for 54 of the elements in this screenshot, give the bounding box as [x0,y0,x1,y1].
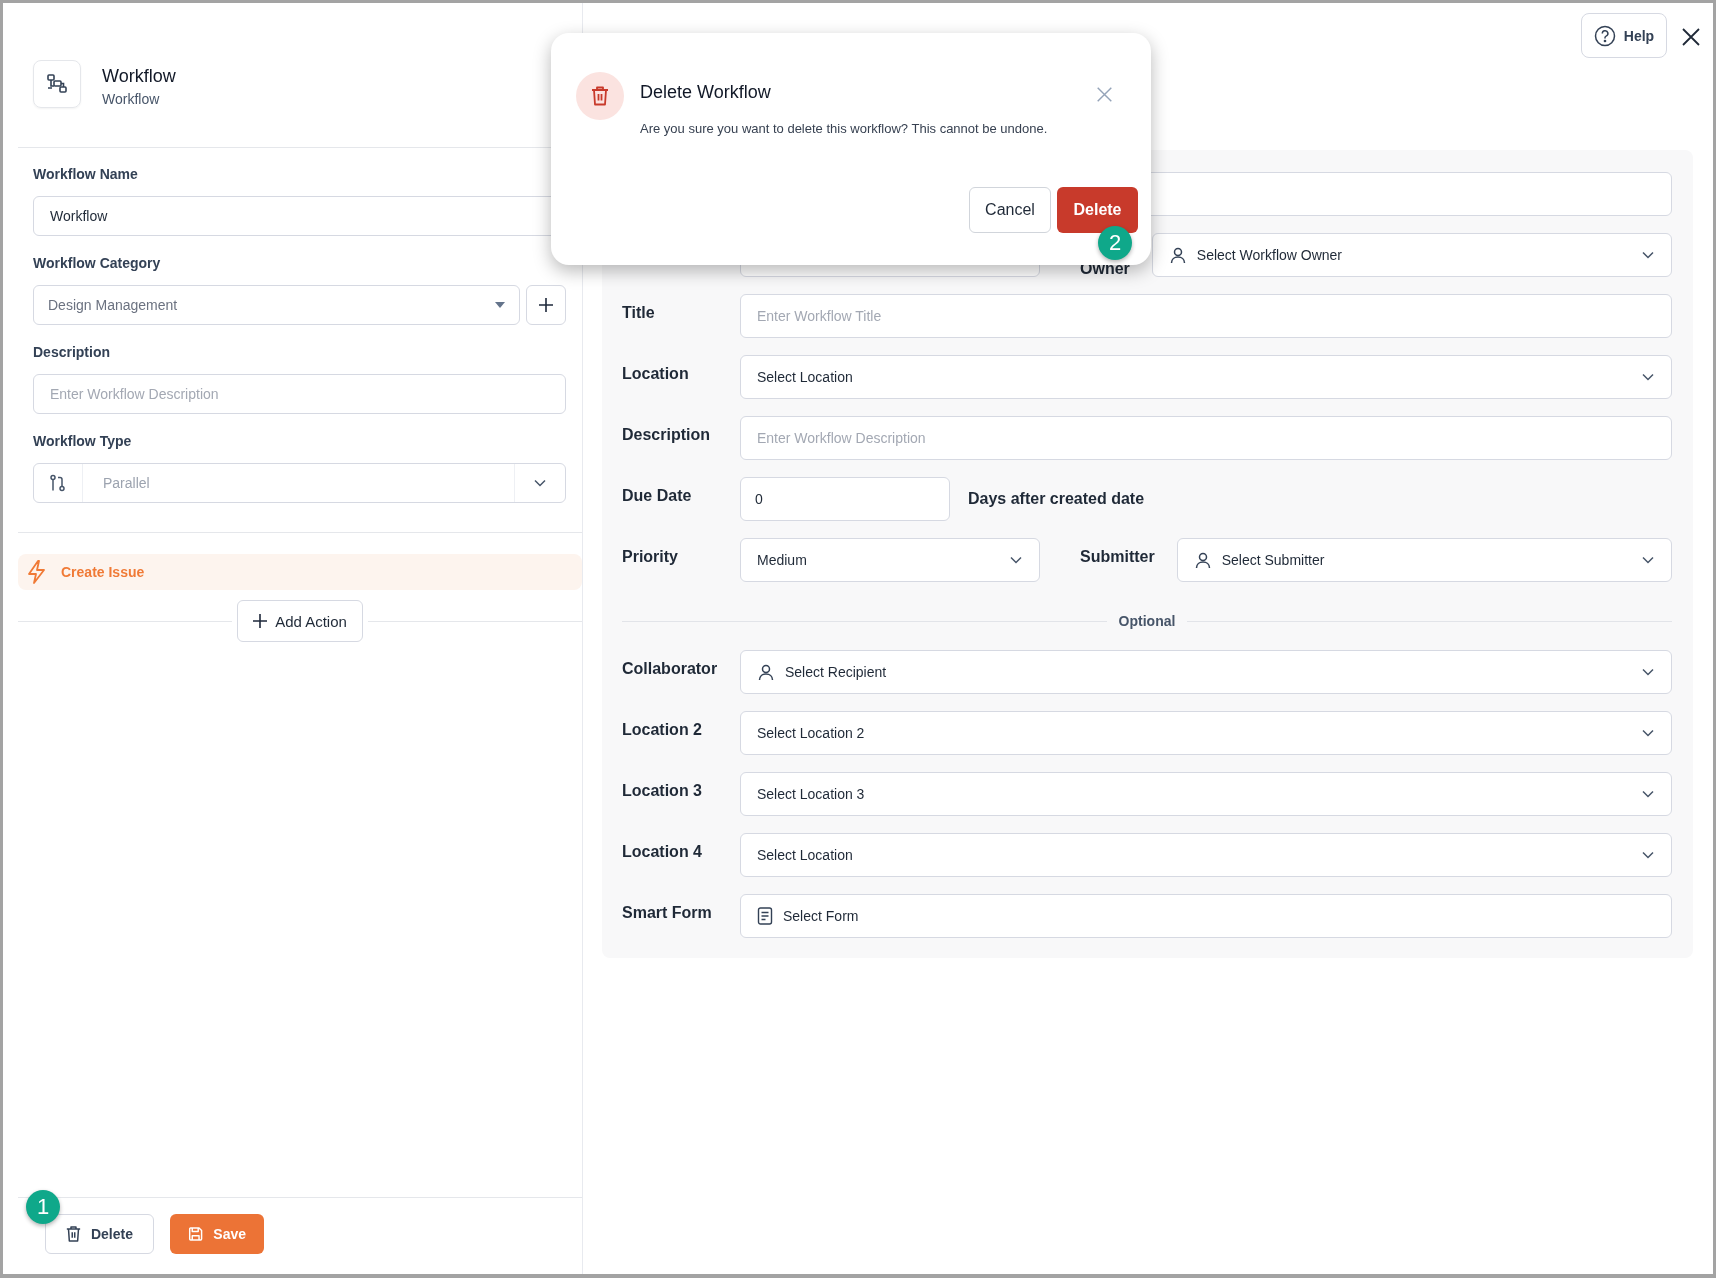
plus-icon [253,614,268,628]
field-label: Location [622,364,690,383]
dropdown[interactable]: Select Location 3 [740,772,1672,816]
field-label: Location 2 [622,720,703,739]
hint-text: Days after created date [968,490,1145,508]
page-title: Workflow [102,66,176,87]
field-label: Description [33,344,111,360]
dropdown[interactable]: Select Submitter [1176,538,1672,582]
delete-button[interactable]: Delete [1057,187,1138,233]
delete-button[interactable]: Delete [45,1214,154,1254]
dropdown[interactable]: Medium [740,538,1040,582]
field-label: Workflow Type [33,433,133,449]
trash-icon [66,1224,81,1244]
dialog-title: Delete Workflow [640,82,771,103]
field-label: Smart Form [622,903,713,922]
dropdown[interactable]: Select Location [740,833,1672,877]
dropdown[interactable]: Select Workflow Owner [1151,233,1672,277]
dropdown[interactable]: Select Location [740,355,1672,399]
field-label: Due Date [622,486,693,505]
step-marker: 1 [26,1190,60,1224]
lightning-icon [27,560,47,584]
dropdown[interactable]: Select Form [740,894,1672,938]
help-icon [1593,24,1616,47]
person-icon [757,663,775,681]
field-label: Title [622,303,656,322]
workflow-icon [46,73,68,95]
dropdown[interactable]: Design Management [33,285,520,325]
person-icon [1193,551,1212,569]
step-marker: 2 [1098,226,1132,260]
cancel-button[interactable]: Cancel [969,187,1051,233]
field-label: Priority [622,547,679,566]
field-label: Location 3 [622,781,703,800]
plus-icon [539,298,553,312]
dropdown[interactable]: Select Recipient [740,650,1672,694]
field-label: Submitter [1080,548,1155,566]
input-field[interactable]: 0 [740,477,950,521]
document-icon [757,907,773,925]
caret-down-icon [495,302,505,308]
field-label: Location 4 [622,842,703,861]
section-label: Optional [1118,613,1176,629]
help-button[interactable]: Help [1581,13,1667,58]
add-action-button[interactable]: Add Action [237,600,363,642]
field-label: Workflow Name [33,166,139,182]
page-subtitle: Workflow [102,91,161,107]
person-icon [1168,246,1187,264]
field-label: Collaborator [622,659,719,678]
trash-icon [591,86,609,106]
branch-icon [49,474,67,492]
dropdown[interactable]: Select Location 2 [740,711,1672,755]
dialog-message: Are you sure you want to delete this workflow? This cannot be undone. [640,121,1048,136]
field-label: Description [622,425,711,444]
close-icon[interactable] [1681,27,1701,47]
field-label: Workflow Category [33,255,162,271]
add-category-button[interactable] [526,285,566,325]
